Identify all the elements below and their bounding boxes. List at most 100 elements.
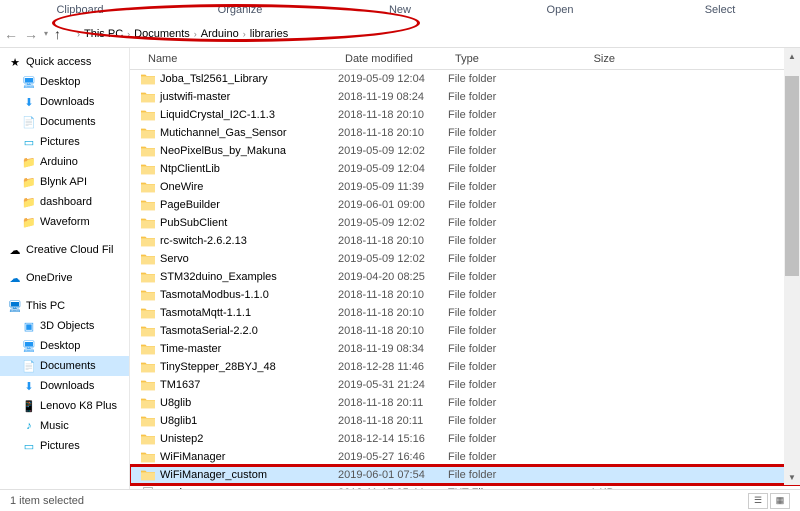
folder-icon	[140, 433, 156, 445]
ribbon-select[interactable]: Select	[640, 4, 800, 16]
sidebar-item-desktop[interactable]: 🖥Desktop	[0, 72, 129, 92]
ribbon-organize[interactable]: Organize	[160, 4, 320, 16]
file-type: File folder	[448, 109, 548, 121]
sidebar-item-arduino[interactable]: 📁Arduino	[0, 152, 129, 172]
file-row[interactable]: STM32duino_Examples2019-04-20 08:25File …	[130, 268, 800, 286]
sidebar-music[interactable]: ♪Music	[0, 416, 129, 436]
folder-icon	[140, 73, 156, 85]
file-row[interactable]: PubSubClient2019-05-09 12:02File folder	[130, 214, 800, 232]
sidebar-pictures-pc[interactable]: ▭Pictures	[0, 436, 129, 456]
file-row[interactable]: U8glib2018-11-18 20:11File folder	[130, 394, 800, 412]
file-row[interactable]: Time-master2018-11-19 08:34File folder	[130, 340, 800, 358]
sidebar-item-pictures[interactable]: ▭Pictures	[0, 132, 129, 152]
folder-icon	[140, 271, 156, 283]
sidebar-item-documents[interactable]: 📄Documents	[0, 112, 129, 132]
breadcrumb-arduino[interactable]: Arduino	[201, 28, 239, 40]
vertical-scrollbar[interactable]: ▲ ▼	[784, 48, 800, 485]
file-row[interactable]: Unistep22018-12-14 15:16File folder	[130, 430, 800, 448]
sidebar-pc-desktop[interactable]: 🖥 Desktop	[0, 336, 129, 356]
breadcrumb[interactable]: › This PC › Documents › Arduino › librar…	[69, 26, 296, 42]
file-row[interactable]: WiFiManager2019-05-27 16:46File folder	[130, 448, 800, 466]
breadcrumb-documents[interactable]: Documents	[134, 28, 190, 40]
folder-icon	[140, 217, 156, 229]
sidebar-item-waveform[interactable]: 📁Waveform	[0, 212, 129, 232]
ribbon-clipboard[interactable]: Clipboard	[0, 4, 160, 16]
file-row[interactable]: Mutichannel_Gas_Sensor2018-11-18 20:10Fi…	[130, 124, 800, 142]
file-row[interactable]: U8glib12018-11-18 20:11File folder	[130, 412, 800, 430]
file-date: 2018-11-18 20:11	[338, 415, 448, 427]
file-row[interactable]: rc-switch-2.6.2.132018-11-18 20:10File f…	[130, 232, 800, 250]
folder-icon	[140, 415, 156, 427]
file-type: File folder	[448, 199, 548, 211]
file-row[interactable]: OneWire2019-05-09 11:39File folder	[130, 178, 800, 196]
col-size-header[interactable]: Size	[545, 49, 625, 69]
view-large-button[interactable]: ▦	[770, 493, 790, 509]
file-row[interactable]: readme2018-11-17 05:44TXT File1 KB	[130, 484, 800, 489]
documents-icon: 📄	[22, 359, 36, 373]
sidebar-quick-access[interactable]: ★Quick access	[0, 52, 129, 72]
view-details-button[interactable]: ☰	[748, 493, 768, 509]
nav-up-icon[interactable]: ↑	[54, 26, 61, 42]
sidebar-creative-cloud[interactable]: ☁Creative Cloud Fil	[0, 240, 129, 260]
nav-history-dropdown-icon[interactable]: ▾	[44, 29, 48, 38]
file-name: TasmotaMqtt-1.1.1	[156, 307, 338, 319]
folder-icon	[140, 163, 156, 175]
file-type: File folder	[448, 271, 548, 283]
sidebar-label: Lenovo K8 Plus	[40, 400, 117, 412]
breadcrumb-sep: ›	[127, 29, 130, 39]
file-name: TasmotaModbus-1.1.0	[156, 289, 338, 301]
pictures-icon: ▭	[22, 439, 36, 453]
file-row[interactable]: TasmotaModbus-1.1.02018-11-18 20:10File …	[130, 286, 800, 304]
scroll-down-icon[interactable]: ▼	[784, 469, 800, 485]
sidebar: ★Quick access 🖥Desktop⬇Downloads📄Documen…	[0, 48, 130, 489]
txt-file-icon	[140, 487, 156, 489]
file-row[interactable]: TasmotaSerial-2.2.02018-11-18 20:10File …	[130, 322, 800, 340]
breadcrumb-sep: ›	[77, 29, 80, 39]
file-type: File folder	[448, 469, 548, 481]
file-row[interactable]: Joba_Tsl2561_Library2019-05-09 12:04File…	[130, 70, 800, 88]
sidebar-item-dashboard[interactable]: 📁dashboard	[0, 192, 129, 212]
sidebar-pc-documents[interactable]: 📄Documents	[0, 356, 129, 376]
file-type: File folder	[448, 163, 548, 175]
sidebar-label: Desktop	[40, 340, 80, 352]
file-row[interactable]: TinyStepper_28BYJ_482018-12-28 11:46File…	[130, 358, 800, 376]
file-date: 2019-06-01 09:00	[338, 199, 448, 211]
breadcrumb-libraries[interactable]: libraries	[250, 28, 289, 40]
desktop-icon: 🖥	[22, 339, 36, 353]
col-date-header[interactable]: Date modified	[335, 49, 445, 69]
scroll-up-icon[interactable]: ▲	[784, 48, 800, 64]
col-type-header[interactable]: Type	[445, 49, 545, 69]
file-row[interactable]: NtpClientLib2019-05-09 12:04File folder	[130, 160, 800, 178]
file-row[interactable]: PageBuilder2019-06-01 09:00File folder	[130, 196, 800, 214]
file-type: File folder	[448, 397, 548, 409]
file-row[interactable]: Servo2019-05-09 12:02File folder	[130, 250, 800, 268]
file-row[interactable]: TasmotaMqtt-1.1.12018-11-18 20:10File fo…	[130, 304, 800, 322]
sidebar-pc-downloads[interactable]: ⬇Downloads	[0, 376, 129, 396]
scroll-thumb[interactable]	[785, 76, 799, 276]
ribbon-new[interactable]: New	[320, 4, 480, 16]
file-name: readme	[156, 487, 338, 489]
sidebar-label: Downloads	[40, 96, 94, 108]
col-name-header[interactable]: Name	[130, 49, 335, 69]
file-row[interactable]: justwifi-master2018-11-19 08:24File fold…	[130, 88, 800, 106]
sidebar-this-pc[interactable]: 🖥 This PC	[0, 296, 129, 316]
pc-icon: 🖥	[8, 299, 22, 313]
sidebar-lenovo[interactable]: 📱Lenovo K8 Plus	[0, 396, 129, 416]
breadcrumb-thispc[interactable]: This PC	[84, 28, 123, 40]
file-name: WiFiManager_custom	[156, 469, 338, 481]
file-row[interactable]: LiquidCrystal_I2C-1.1.32018-11-18 20:10F…	[130, 106, 800, 124]
file-row[interactable]: NeoPixelBus_by_Makuna2019-05-09 12:02Fil…	[130, 142, 800, 160]
sidebar-label: Desktop	[40, 76, 80, 88]
nav-forward-icon[interactable]: →	[24, 26, 38, 42]
folder-icon	[140, 469, 156, 481]
nav-back-icon[interactable]: ←	[4, 26, 18, 42]
sidebar-item-downloads[interactable]: ⬇Downloads	[0, 92, 129, 112]
sidebar-label: This PC	[26, 300, 65, 312]
ribbon-open[interactable]: Open	[480, 4, 640, 16]
file-date: 2018-11-18 20:10	[338, 325, 448, 337]
file-row[interactable]: TM16372019-05-31 21:24File folder	[130, 376, 800, 394]
sidebar-item-blynk-api[interactable]: 📁Blynk API	[0, 172, 129, 192]
sidebar-onedrive[interactable]: ☁OneDrive	[0, 268, 129, 288]
sidebar-pc-3d-objects[interactable]: ▣3D Objects	[0, 316, 129, 336]
file-row[interactable]: WiFiManager_custom2019-06-01 07:54File f…	[130, 466, 800, 484]
